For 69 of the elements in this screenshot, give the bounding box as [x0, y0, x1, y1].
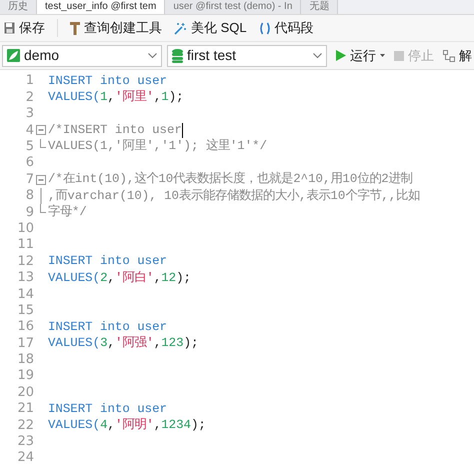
line-number: 5 [24, 138, 34, 156]
fold-toggle-icon[interactable] [36, 125, 46, 136]
code-line: /*INSERT into user [47, 122, 182, 139]
toolbar-button[interactable]: 美化 SQL [174, 18, 247, 38]
line-number: 3 [24, 105, 34, 124]
line-number: 4 [24, 122, 34, 140]
parentheses-icon [258, 22, 271, 34]
editor-tab[interactable]: 无题 [301, 0, 338, 14]
line-number: 13 [16, 269, 34, 288]
editor-tab[interactable]: 历史 [0, 0, 37, 14]
line-number: 11 [16, 236, 34, 254]
code-line: INSERT into user [47, 400, 167, 418]
sparkle-icon [174, 22, 187, 34]
line-number: 24 [16, 449, 34, 468]
line-number: 1 [24, 72, 34, 90]
editor-tab[interactable]: test_user_info @first tem [37, 0, 166, 14]
connection-select[interactable]: demo [2, 44, 162, 66]
fold-toggle-icon[interactable] [36, 174, 46, 185]
code-line: VALUES(1,'阿里',1); [47, 89, 184, 106]
fold-end-icon [40, 204, 46, 214]
code-line: VALUES(3,'阿强',123); [47, 335, 198, 352]
diagram-icon [443, 50, 455, 62]
code-line: /*在int(10),这个10代表数据长度，也就是2^10,用10位的2进制 [47, 170, 413, 188]
line-number: 21 [16, 400, 34, 418]
code-line: ,而varchar(10), 10表示能存储数据的大小,表示10个字节,,比如 [47, 188, 420, 204]
line-number: 19 [16, 367, 34, 386]
line-number: 12 [16, 252, 34, 271]
toolbar-button[interactable]: 保存 [4, 18, 45, 38]
database-select[interactable]: first test [167, 44, 327, 66]
database-value: first test [187, 46, 238, 65]
line-number: 18 [16, 351, 34, 369]
code-line: INSERT into user [47, 72, 167, 90]
dropdown-arrow-icon [380, 54, 385, 57]
line-number: 10 [16, 220, 34, 238]
fold-end-icon [40, 138, 46, 148]
action-button[interactable]: 运行 [336, 46, 385, 66]
line-number: 6 [24, 154, 34, 172]
code-line: INSERT into user [47, 318, 167, 336]
stop-icon [394, 50, 404, 60]
connection-value: demo [24, 46, 60, 65]
code-line: VALUES(1,'阿里','1'); 这里'1'*/ [47, 138, 268, 156]
leaf-icon [7, 49, 20, 62]
toolbar-button[interactable]: 查询创建工具 [70, 18, 162, 38]
t-shape-icon [70, 22, 80, 34]
toolbar-button[interactable]: 代码段 [258, 18, 314, 38]
action-button[interactable]: 解 [443, 46, 472, 66]
code-line: INSERT into user [47, 253, 167, 270]
chevron-down-icon [313, 52, 322, 58]
fold-line-icon [40, 188, 42, 204]
line-number: 8 [24, 187, 34, 206]
editor-tab[interactable]: user @first test (demo) - In [165, 0, 302, 14]
line-number: 2 [24, 88, 34, 107]
code-line: 字母*/ [47, 204, 87, 222]
line-number: 20 [16, 384, 34, 402]
line-number: 14 [16, 286, 34, 304]
line-number: 9 [24, 204, 34, 222]
database-icon [172, 48, 183, 62]
line-number: 15 [16, 302, 34, 320]
code-line: VALUES(4,'阿明',1234); [47, 417, 206, 434]
play-icon [336, 50, 346, 61]
line-number: 7 [24, 170, 34, 189]
chevron-down-icon [148, 52, 157, 58]
text-caret [182, 122, 183, 138]
line-number: 23 [16, 433, 34, 451]
line-number: 16 [16, 318, 34, 336]
line-number: 22 [16, 416, 34, 435]
code-line: VALUES(2,'阿白',12); [47, 270, 191, 287]
save-icon [4, 22, 15, 34]
line-number: 17 [16, 334, 34, 353]
